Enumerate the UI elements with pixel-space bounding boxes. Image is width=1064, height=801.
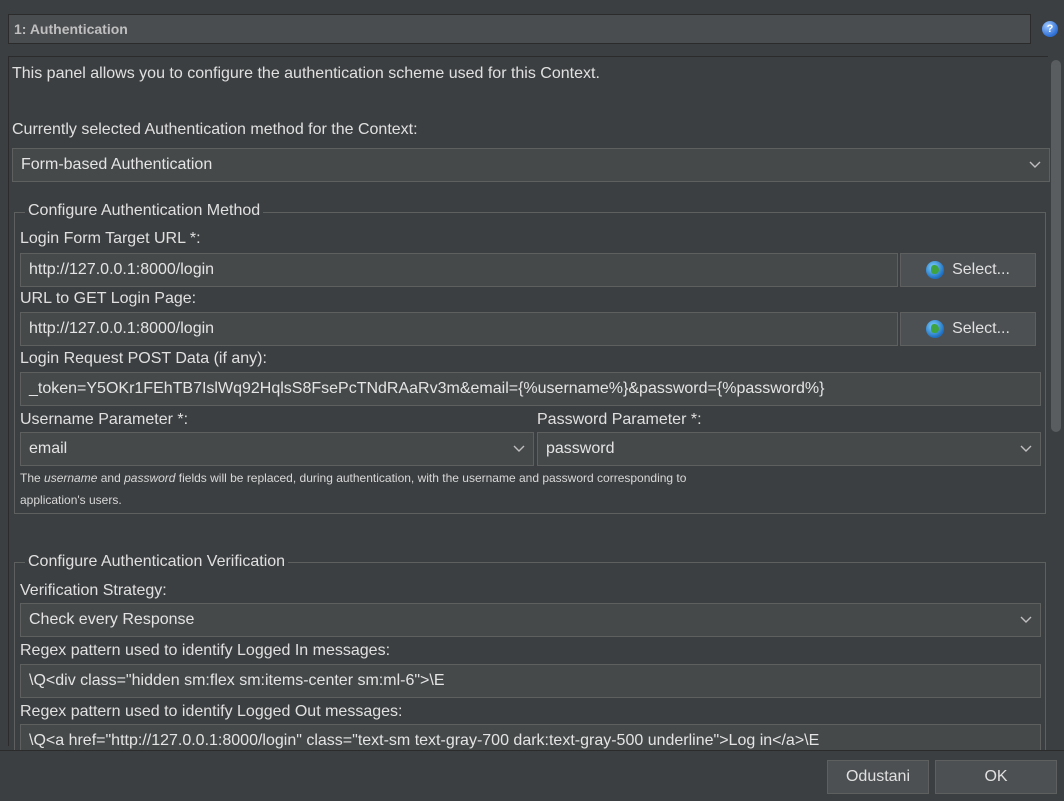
logged-out-label: Regex pattern used to identify Logged Ou… xyxy=(20,703,403,720)
target-url-select-button[interactable]: Select... xyxy=(900,253,1036,287)
get-url-select-button[interactable]: Select... xyxy=(900,312,1036,346)
chevron-down-icon xyxy=(1029,159,1041,171)
strategy-value: Check every Response xyxy=(29,611,195,628)
post-data-label: Login Request POST Data (if any): xyxy=(20,350,267,367)
chevron-down-icon xyxy=(513,443,525,455)
panel-title: 1: Authentication xyxy=(14,21,128,37)
username-param-select[interactable]: email xyxy=(20,432,534,466)
password-param-select[interactable]: password xyxy=(537,432,1041,466)
strategy-label: Verification Strategy: xyxy=(20,582,167,599)
window-top-strip xyxy=(0,0,1064,8)
username-param-value: email xyxy=(29,440,68,457)
get-url-input[interactable]: http://127.0.0.1:8000/login xyxy=(20,312,898,346)
globe-icon xyxy=(926,261,945,279)
auth-method-group-title: Configure Authentication Method xyxy=(25,203,264,219)
auth-method-value: Form-based Authentication xyxy=(21,156,213,173)
ok-button[interactable]: OK xyxy=(935,760,1057,794)
verification-group-title: Configure Authentication Verification xyxy=(25,554,289,570)
chevron-down-icon xyxy=(1020,443,1032,455)
parameter-note: The username and password fields will be… xyxy=(20,471,687,485)
help-icon[interactable]: ? xyxy=(1042,21,1058,37)
get-url-label: URL to GET Login Page: xyxy=(20,290,197,307)
logged-in-regex-input[interactable]: \Q<div class="hidden sm:flex sm:items-ce… xyxy=(20,664,1041,698)
cancel-button[interactable]: Odustani xyxy=(827,760,929,794)
target-url-label: Login Form Target URL *: xyxy=(20,230,201,247)
select-button-label: Select... xyxy=(952,261,1010,278)
parameter-note-line2: application's users. xyxy=(20,493,122,507)
chevron-down-icon xyxy=(1020,614,1032,626)
password-param-value: password xyxy=(546,440,615,457)
select-button-label: Select... xyxy=(952,320,1010,337)
panel-title-bar: 1: Authentication xyxy=(8,14,1031,44)
scrollbar-thumb[interactable] xyxy=(1051,60,1061,432)
target-url-input[interactable]: http://127.0.0.1:8000/login xyxy=(20,253,898,287)
globe-icon xyxy=(926,320,945,338)
auth-method-select[interactable]: Form-based Authentication xyxy=(12,148,1050,182)
strategy-select[interactable]: Check every Response xyxy=(20,603,1041,637)
post-data-input[interactable]: _token=Y5OKr1FEhTB7IslWq92HqlsS8FsePcTNd… xyxy=(20,372,1041,406)
logged-in-label: Regex pattern used to identify Logged In… xyxy=(20,642,391,659)
username-param-label: Username Parameter *: xyxy=(20,411,189,428)
panel-description: This panel allows you to configure the a… xyxy=(12,65,600,82)
password-param-label: Password Parameter *: xyxy=(537,411,702,428)
method-label: Currently selected Authentication method… xyxy=(12,121,418,138)
